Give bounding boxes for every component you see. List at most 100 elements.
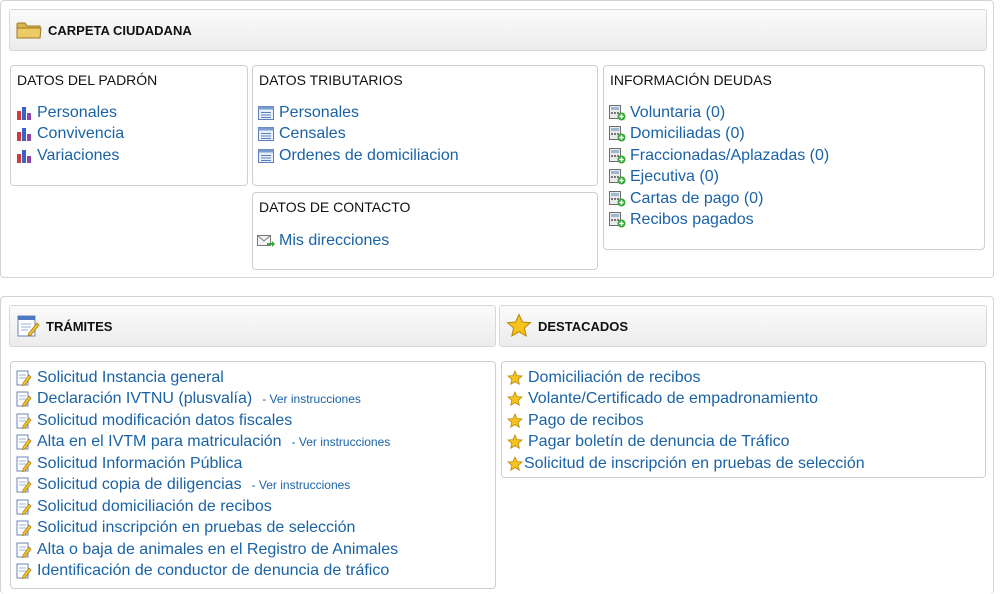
destacado-item[interactable]: Pago de recibos bbox=[506, 410, 865, 432]
edit-document-icon bbox=[15, 434, 33, 451]
calculator-plus-icon bbox=[608, 169, 626, 185]
tramite-item[interactable]: Identificación de conductor de denuncia … bbox=[15, 561, 408, 583]
carpeta-ciudadana-panel: CARPETA CIUDADANA DATOS DEL PADRÓN Perso… bbox=[0, 0, 994, 278]
star-icon bbox=[506, 434, 524, 450]
tramite-item[interactable]: Alta o baja de animales en el Registro d… bbox=[15, 539, 408, 561]
star-icon bbox=[506, 412, 524, 429]
destacado-item-label[interactable]: Solicitud de inscripción en pruebas de s… bbox=[524, 455, 865, 473]
deudas-item-label[interactable]: Recibos pagados bbox=[630, 211, 754, 229]
deudas-item-label[interactable]: Fraccionadas/Aplazadas (0) bbox=[630, 147, 829, 165]
edit-document-icon bbox=[15, 563, 33, 580]
tributarios-title: DATOS TRIBUTARIOS bbox=[259, 72, 403, 88]
tributarios-item-label[interactable]: Personales bbox=[279, 104, 359, 122]
deudas-item-label[interactable]: Ejecutiva (0) bbox=[630, 168, 719, 186]
ver-instrucciones-link[interactable]: - Ver instrucciones bbox=[262, 392, 361, 406]
destacado-item-label[interactable]: Pagar boletín de denuncia de Tráfico bbox=[528, 433, 790, 451]
destacado-item[interactable]: Volante/Certificado de empadronamiento bbox=[506, 389, 865, 411]
tramite-item-label[interactable]: Solicitud copia de diligencias bbox=[37, 476, 242, 494]
tramite-item[interactable]: Solicitud Información Pública bbox=[15, 453, 408, 475]
tributarios-item-label[interactable]: Censales bbox=[279, 125, 346, 143]
padron-item-label[interactable]: Personales bbox=[37, 104, 117, 122]
document-list-icon bbox=[257, 148, 275, 164]
destacado-item-label[interactable]: Domiciliación de recibos bbox=[528, 369, 701, 387]
padron-item-label[interactable]: Convivencia bbox=[37, 125, 124, 143]
bar-chart-icon bbox=[15, 148, 33, 164]
bar-chart-icon bbox=[15, 126, 33, 142]
tramite-item-label[interactable]: Identificación de conductor de denuncia … bbox=[37, 562, 389, 580]
destacado-item-label[interactable]: Volante/Certificado de empadronamiento bbox=[528, 390, 818, 408]
destacado-item[interactable]: Solicitud de inscripción en pruebas de s… bbox=[506, 453, 865, 475]
document-list-icon bbox=[257, 105, 275, 121]
deudas-item-domiciliadas[interactable]: Domiciliadas (0) bbox=[608, 124, 829, 146]
tramite-item-label[interactable]: Solicitud inscripción en pruebas de sele… bbox=[37, 519, 355, 537]
destacado-item[interactable]: Pagar boletín de denuncia de Tráfico bbox=[506, 432, 865, 454]
padron-item-convivencia[interactable]: Convivencia bbox=[15, 124, 124, 146]
deudas-title: INFORMACIÓN DEUDAS bbox=[610, 72, 772, 88]
star-icon bbox=[506, 455, 524, 472]
edit-document-icon bbox=[15, 477, 33, 494]
carpeta-ciudadana-header: CARPETA CIUDADANA bbox=[9, 9, 987, 51]
tributarios-item-personales[interactable]: Personales bbox=[257, 102, 459, 124]
edit-document-icon bbox=[15, 456, 33, 472]
deudas-box: INFORMACIÓN DEUDAS Voluntaria (0) Domici… bbox=[603, 65, 985, 250]
star-icon bbox=[506, 313, 532, 339]
edit-document-icon bbox=[15, 391, 33, 408]
edit-document-icon bbox=[15, 499, 33, 515]
edit-document-icon bbox=[15, 413, 33, 429]
destacados-title: DESTACADOS bbox=[538, 318, 629, 334]
tramite-item-label[interactable]: Solicitud domiciliación de recibos bbox=[37, 498, 272, 516]
tramite-item-label[interactable]: Solicitud Información Pública bbox=[37, 455, 242, 473]
ver-instrucciones-link[interactable]: - Ver instrucciones bbox=[252, 478, 351, 492]
deudas-item-label[interactable]: Voluntaria (0) bbox=[630, 104, 725, 122]
destacados-header: DESTACADOS bbox=[499, 305, 987, 347]
tramites-header: TRÁMITES bbox=[9, 305, 496, 347]
destacado-item[interactable]: Domiciliación de recibos bbox=[506, 367, 865, 389]
deudas-item-fraccionadas[interactable]: Fraccionadas/Aplazadas (0) bbox=[608, 145, 829, 167]
tramite-item[interactable]: Solicitud copia de diligencias - Ver ins… bbox=[15, 475, 408, 497]
tramite-item-label[interactable]: Declaración IVTNU (plusvalía) bbox=[37, 390, 252, 408]
padron-box: DATOS DEL PADRÓN Personales Convivencia … bbox=[10, 65, 248, 186]
mail-forward-icon bbox=[257, 233, 275, 249]
tramite-item-label[interactable]: Solicitud Instancia general bbox=[37, 369, 224, 387]
tramite-item[interactable]: Declaración IVTNU (plusvalía) - Ver inst… bbox=[15, 389, 408, 411]
deudas-item-label[interactable]: Cartas de pago (0) bbox=[630, 190, 763, 208]
star-icon bbox=[506, 369, 524, 386]
tramite-item-label[interactable]: Alta o baja de animales en el Registro d… bbox=[37, 541, 398, 559]
folder-icon bbox=[16, 20, 42, 40]
padron-item-personales[interactable]: Personales bbox=[15, 102, 124, 124]
tramite-item-label[interactable]: Solicitud modificación datos fiscales bbox=[37, 412, 292, 430]
calculator-plus-icon bbox=[608, 104, 626, 121]
contacto-item-direcciones[interactable]: Mis direcciones bbox=[257, 230, 389, 252]
document-list-icon bbox=[257, 126, 275, 142]
tramite-item[interactable]: Solicitud modificación datos fiscales bbox=[15, 410, 408, 432]
tributarios-item-censales[interactable]: Censales bbox=[257, 124, 459, 146]
contacto-item-label[interactable]: Mis direcciones bbox=[279, 232, 389, 250]
deudas-item-recibos[interactable]: Recibos pagados bbox=[608, 210, 829, 232]
calculator-plus-icon bbox=[608, 190, 626, 207]
padron-title: DATOS DEL PADRÓN bbox=[17, 72, 158, 88]
deudas-item-ejecutiva[interactable]: Ejecutiva (0) bbox=[608, 167, 829, 189]
ver-instrucciones-link[interactable]: - Ver instrucciones bbox=[292, 435, 391, 449]
tramite-item[interactable]: Solicitud Instancia general bbox=[15, 367, 408, 389]
contacto-title: DATOS DE CONTACTO bbox=[259, 199, 411, 215]
tributarios-item-label[interactable]: Ordenes de domiciliacion bbox=[279, 147, 459, 165]
tramite-item[interactable]: Alta en el IVTM para matriculación - Ver… bbox=[15, 432, 408, 454]
tramite-item-label[interactable]: Alta en el IVTM para matriculación bbox=[37, 433, 282, 451]
tramite-item[interactable]: Solicitud inscripción en pruebas de sele… bbox=[15, 518, 408, 540]
tributarios-item-ordenes[interactable]: Ordenes de domiciliacion bbox=[257, 145, 459, 167]
deudas-item-cartas[interactable]: Cartas de pago (0) bbox=[608, 188, 829, 210]
tramites-title: TRÁMITES bbox=[46, 318, 113, 334]
edit-document-icon bbox=[15, 542, 33, 558]
destacado-item-label[interactable]: Pago de recibos bbox=[528, 412, 644, 430]
tramite-item[interactable]: Solicitud domiciliación de recibos bbox=[15, 496, 408, 518]
destacados-box: Domiciliación de recibos Volante/Certifi… bbox=[501, 361, 986, 478]
padron-item-label[interactable]: Variaciones bbox=[37, 147, 119, 165]
padron-item-variaciones[interactable]: Variaciones bbox=[15, 145, 124, 167]
deudas-item-label[interactable]: Domiciliadas (0) bbox=[630, 125, 745, 143]
deudas-item-voluntaria[interactable]: Voluntaria (0) bbox=[608, 102, 829, 124]
calculator-plus-icon bbox=[608, 212, 626, 228]
notepad-icon bbox=[16, 314, 40, 338]
carpeta-ciudadana-title: CARPETA CIUDADANA bbox=[48, 22, 192, 38]
tributarios-box: DATOS TRIBUTARIOS Personales Censales Or… bbox=[252, 65, 598, 186]
tramites-box: Solicitud Instancia general Declaración … bbox=[10, 361, 496, 589]
